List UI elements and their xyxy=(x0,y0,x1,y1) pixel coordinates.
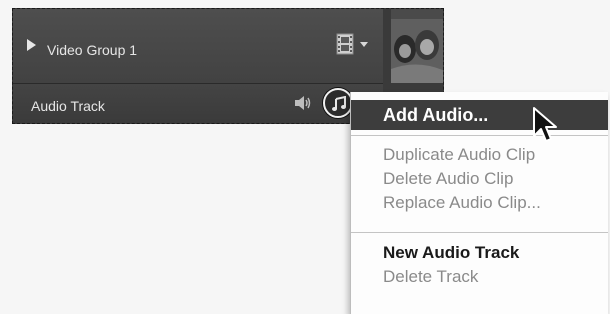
audio-track-header[interactable]: Audio Track xyxy=(13,84,383,123)
menu-item-new-audio-track[interactable]: New Audio Track xyxy=(351,240,608,266)
film-strip-icon[interactable] xyxy=(335,33,355,55)
menu-separator xyxy=(351,232,608,233)
video-group-label: Video Group 1 xyxy=(47,42,138,58)
speaker-icon[interactable] xyxy=(293,94,313,112)
video-group-header[interactable]: Video Group 1 xyxy=(13,9,383,84)
audio-track-label: Audio Track xyxy=(31,98,105,114)
menu-item-add-audio[interactable]: Add Audio... xyxy=(351,100,608,130)
disclosure-triangle-icon[interactable] xyxy=(27,39,36,51)
chevron-down-icon[interactable] xyxy=(360,42,368,47)
mouse-cursor-icon xyxy=(532,106,560,146)
menu-item-replace-audio-clip[interactable]: Replace Audio Clip... xyxy=(351,190,608,216)
menu-item-delete-audio-clip[interactable]: Delete Audio Clip xyxy=(351,166,608,192)
video-thumbnail[interactable] xyxy=(391,9,443,83)
music-note-icon[interactable] xyxy=(323,88,353,118)
menu-item-duplicate-audio-clip[interactable]: Duplicate Audio Clip xyxy=(351,142,608,168)
audio-context-menu: Add Audio... Duplicate Audio Clip Delete… xyxy=(350,92,608,314)
menu-separator xyxy=(351,135,608,136)
menu-item-delete-track[interactable]: Delete Track xyxy=(351,264,608,290)
